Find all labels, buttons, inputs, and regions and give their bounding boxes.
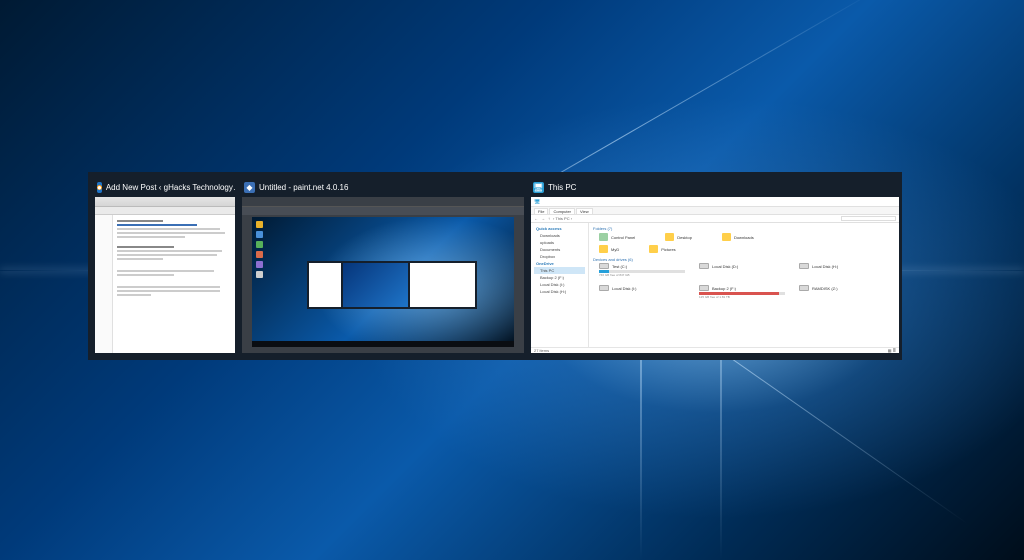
drive-item[interactable]: RAMDISK (Z:) bbox=[799, 285, 885, 299]
folder-item[interactable]: Downloads bbox=[722, 233, 754, 241]
nav-pane[interactable]: Quick access Downloads uploads Documents… bbox=[531, 223, 589, 347]
thispc-icon: 🖥 bbox=[534, 199, 540, 205]
nav-back-icon[interactable]: ← bbox=[534, 216, 538, 221]
folder-item[interactable]: Desktop bbox=[665, 233, 692, 241]
drive-icon bbox=[699, 263, 709, 269]
nav-item[interactable]: OneDrive bbox=[534, 260, 585, 267]
drive-item[interactable]: Local Disk (H:) bbox=[799, 263, 885, 277]
drive-icon bbox=[699, 285, 709, 291]
folder-item[interactable]: MyD bbox=[599, 245, 619, 253]
task-preview bbox=[242, 197, 524, 353]
task-switcher: ● Add New Post ‹ gHacks Technology… bbox=[88, 172, 902, 360]
paintnet-icon: ◆ bbox=[244, 182, 255, 193]
drive-item[interactable]: Test (C:)746 GB free of 847 GB bbox=[599, 263, 685, 277]
nav-item[interactable]: uploads bbox=[534, 239, 585, 246]
section-folders[interactable]: Folders (7) bbox=[593, 226, 895, 231]
nav-item[interactable]: Documents bbox=[534, 246, 585, 253]
folder-icon bbox=[722, 233, 731, 241]
task-title: Add New Post ‹ gHacks Technology… bbox=[106, 183, 235, 192]
view-icons[interactable]: ▦ ≣ bbox=[888, 348, 896, 353]
status-bar: 27 items ▦ ≣ bbox=[531, 347, 899, 353]
search-input[interactable] bbox=[841, 216, 896, 221]
nav-item[interactable]: Backup 2 (F:) bbox=[534, 274, 585, 281]
folder-item[interactable]: Pictures bbox=[649, 245, 675, 253]
thispc-icon: 🖥 bbox=[533, 182, 544, 193]
controlpanel-icon bbox=[599, 233, 608, 241]
task-thumbnail-explorer[interactable]: 🖥 This PC 🖥 File Computer View ← → ↑ › T… bbox=[531, 179, 899, 353]
task-preview bbox=[95, 197, 235, 353]
task-title: This PC bbox=[548, 183, 576, 192]
drive-icon bbox=[799, 263, 809, 269]
drive-icon bbox=[599, 263, 609, 269]
nav-item[interactable]: Local Disk (H:) bbox=[534, 288, 585, 295]
nav-item[interactable]: Downloads bbox=[534, 232, 585, 239]
folder-icon bbox=[599, 245, 608, 253]
tab-file[interactable]: File bbox=[534, 208, 548, 214]
section-drives[interactable]: Devices and drives (6) bbox=[593, 257, 895, 262]
nav-item[interactable]: Dropbox bbox=[534, 253, 585, 260]
nav-item-thispc[interactable]: This PC bbox=[534, 267, 585, 274]
task-thumbnail-paintnet[interactable]: ◆ Untitled - paint.net 4.0.16 bbox=[242, 179, 524, 353]
drive-icon bbox=[599, 285, 609, 291]
drive-item[interactable]: Local Disk (D:) bbox=[699, 263, 785, 277]
task-preview: 🖥 File Computer View ← → ↑ › This PC › Q… bbox=[531, 197, 899, 353]
task-title: Untitled - paint.net 4.0.16 bbox=[259, 183, 348, 192]
nav-fwd-icon[interactable]: → bbox=[541, 216, 545, 221]
drive-item[interactable]: Backup 2 (F:)125 GB free of 1.81 TB bbox=[699, 285, 785, 299]
content-pane: Folders (7) Control Panel Desktop Downlo… bbox=[589, 223, 899, 347]
quick-access[interactable]: Quick access bbox=[534, 225, 585, 232]
folder-icon bbox=[649, 245, 658, 253]
nav-item[interactable]: Local Disk (I:) bbox=[534, 281, 585, 288]
task-thumbnail-browser[interactable]: ● Add New Post ‹ gHacks Technology… bbox=[95, 179, 235, 353]
nav-up-icon[interactable]: ↑ bbox=[548, 216, 550, 221]
breadcrumb[interactable]: › This PC › bbox=[553, 216, 838, 221]
folder-item[interactable]: Control Panel bbox=[599, 233, 635, 241]
tab-computer[interactable]: Computer bbox=[549, 208, 575, 214]
folder-icon bbox=[665, 233, 674, 241]
tab-view[interactable]: View bbox=[576, 208, 593, 214]
drive-item[interactable]: Local Disk (I:) bbox=[599, 285, 685, 299]
drive-icon bbox=[799, 285, 809, 291]
ribbon-tabs: File Computer View bbox=[531, 207, 899, 215]
status-count: 27 items bbox=[534, 348, 549, 353]
firefox-icon: ● bbox=[97, 182, 102, 193]
